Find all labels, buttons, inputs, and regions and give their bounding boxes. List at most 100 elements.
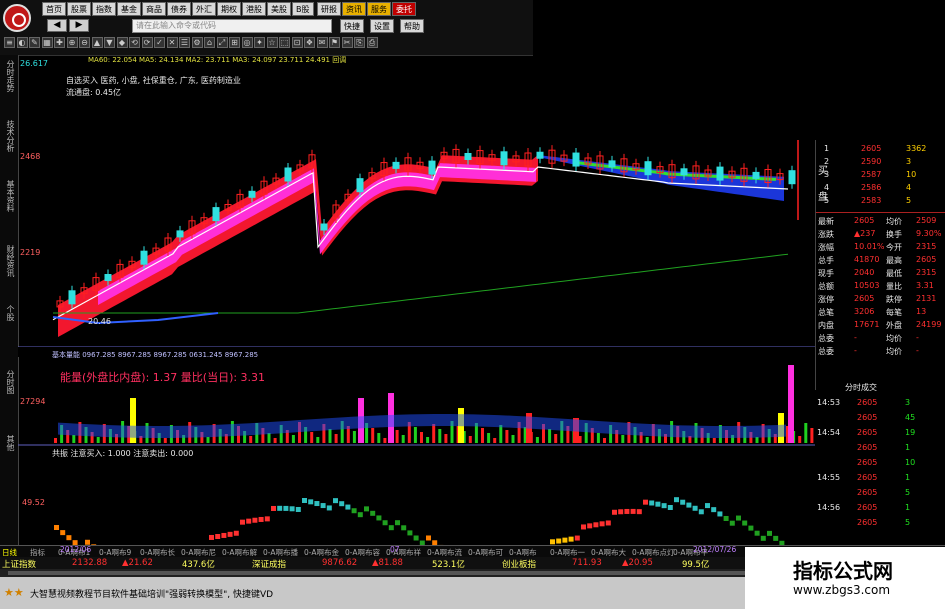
- tick-row[interactable]: 2605 5: [815, 518, 945, 531]
- toolbar-icon-6[interactable]: ⊖: [79, 37, 90, 48]
- tick-row[interactable]: 14:54 2605 19: [815, 428, 945, 441]
- date-mid-label: 07: [390, 545, 400, 554]
- tick-row[interactable]: 14:53 2605 3: [815, 398, 945, 411]
- toolbar-icon-28[interactable]: ⎘: [354, 37, 365, 48]
- sidebar-tab-0[interactable]: 分时走势: [2, 60, 15, 92]
- field-value: 41870: [854, 255, 880, 264]
- toolbar-icon-29[interactable]: ⎙: [366, 37, 378, 48]
- toolbar-icon-11[interactable]: ⟳: [141, 37, 153, 48]
- tick-row[interactable]: 2605 5: [815, 488, 945, 501]
- menu-9[interactable]: 美股: [267, 2, 291, 16]
- volume-bar: [432, 424, 436, 443]
- forward-button[interactable]: ▶: [69, 19, 89, 32]
- menu-right-1[interactable]: 设置: [370, 19, 394, 33]
- oscillator-dot: [636, 509, 642, 515]
- toolbar-icon-10[interactable]: ⟲: [129, 37, 140, 48]
- tick-row[interactable]: 2605 45: [815, 413, 945, 426]
- toolbar-icon-13[interactable]: ✕: [166, 37, 178, 48]
- field-value: 3.31: [916, 281, 934, 290]
- toolbar-icon-16[interactable]: ⌂: [204, 37, 215, 48]
- oscillator-dot: [649, 500, 655, 506]
- tick-trade-list[interactable]: 分时成交 14:53 2605 3 2605 45 14:54 2605 19 2605 1 2605…: [815, 383, 945, 545]
- toolbar-icon-19[interactable]: ◎: [241, 37, 253, 48]
- field-label: 总委: [818, 334, 834, 343]
- menu-0[interactable]: 首页: [42, 2, 66, 16]
- menu-4[interactable]: 商品: [142, 2, 166, 16]
- sidebar-tab-4[interactable]: 个股: [2, 305, 15, 321]
- toolbar-icon-21[interactable]: ☆: [266, 37, 278, 48]
- menu-right-0[interactable]: 快捷: [340, 19, 364, 33]
- toolbar-icon-7[interactable]: ▲: [91, 37, 103, 48]
- toolbar-icon-4[interactable]: ✚: [54, 37, 65, 48]
- toolbar-icon-25[interactable]: ✉: [316, 37, 328, 48]
- bid-row[interactable]: 2 2590 3: [816, 157, 945, 170]
- toolbar-icon-0[interactable]: ≡: [4, 37, 15, 48]
- volume-indicator-line: 基本量能 0967.285 8967.285 8967.285 0631.245…: [52, 351, 259, 359]
- back-button[interactable]: ◀: [47, 19, 67, 32]
- oscillator-dot: [748, 525, 754, 531]
- bid-row[interactable]: 3 2587 10: [816, 170, 945, 183]
- toolbar-icon-5[interactable]: ⊕: [66, 37, 78, 48]
- tick-row[interactable]: 14:56 2605 1: [815, 503, 945, 516]
- toolbar-icon-22[interactable]: ⬚: [279, 37, 290, 48]
- candle-body: [500, 151, 508, 166]
- toolbar-icon-15[interactable]: ⚙: [191, 37, 203, 48]
- tick-row[interactable]: 2605 1: [815, 443, 945, 456]
- toolbar-icon-9[interactable]: ◆: [116, 37, 128, 48]
- sidebar-tab-2[interactable]: 基本资料: [2, 180, 15, 212]
- menu-right-2[interactable]: 帮助: [400, 19, 424, 33]
- toolbar-icon-18[interactable]: ⊞: [229, 37, 240, 48]
- bid-row[interactable]: 5 2583 5: [816, 196, 945, 209]
- bid-row[interactable]: 4 2586 4: [816, 183, 945, 196]
- menu-7[interactable]: 期权: [217, 2, 241, 16]
- volume-bar: [505, 430, 509, 443]
- menu-3[interactable]: 基金: [117, 2, 141, 16]
- app-logo-icon[interactable]: [3, 4, 31, 32]
- toolbar-icon-12[interactable]: ✓: [154, 37, 165, 48]
- sidebar-tab-1[interactable]: 技术分析: [2, 120, 15, 152]
- sidebar-tab-5[interactable]: 分时图: [2, 370, 15, 394]
- oscillator-dot: [351, 508, 357, 514]
- field-value: 2131: [916, 294, 937, 303]
- oscillator-dot: [698, 509, 704, 515]
- toolbar-icon-20[interactable]: ✦: [254, 37, 265, 48]
- bid-volume: 3: [906, 157, 912, 166]
- menu-10[interactable]: B股: [292, 2, 314, 16]
- bid-row[interactable]: 1 2605 3362: [816, 144, 945, 157]
- kline-chart[interactable]: [18, 55, 815, 545]
- toolbar-icon-3[interactable]: ▦: [41, 37, 53, 48]
- menu-11[interactable]: 研报: [317, 2, 341, 16]
- command-input[interactable]: 请在此输入命令或代码: [132, 19, 332, 33]
- menu-14[interactable]: 委托: [392, 2, 416, 16]
- volume-bar: [352, 431, 356, 443]
- toolbar-icon-23[interactable]: ⊡: [291, 37, 303, 48]
- oscillator-dot: [605, 520, 611, 526]
- menu-8[interactable]: 港股: [242, 2, 266, 16]
- toolbar-icon-17[interactable]: ⤢: [216, 37, 228, 48]
- toolbar-icon-26[interactable]: ⚑: [329, 37, 340, 48]
- toolbar-icon-24[interactable]: ❖: [304, 37, 315, 48]
- menu-6[interactable]: 外汇: [192, 2, 216, 16]
- menu-1[interactable]: 股票: [67, 2, 91, 16]
- sidebar-tab-6[interactable]: 其他: [2, 435, 15, 451]
- volume-bar: [291, 435, 295, 443]
- menu-13[interactable]: 服务: [367, 2, 391, 16]
- volume-bar: [273, 438, 277, 443]
- toolbar-icon-27[interactable]: ✂: [341, 37, 353, 48]
- menu-12[interactable]: 资讯: [342, 2, 366, 16]
- bid-volume: 10: [906, 170, 917, 179]
- toolbar-icon-2[interactable]: ✎: [29, 37, 40, 48]
- date-left-label: 2012/06: [60, 545, 92, 554]
- toolbar-icon-14[interactable]: ☰: [179, 37, 190, 48]
- sidebar-tab-3[interactable]: 财经资讯: [2, 245, 15, 277]
- menu-5[interactable]: 债券: [167, 2, 191, 16]
- volume-bar: [249, 436, 253, 443]
- menu-2[interactable]: 指数: [92, 2, 116, 16]
- volume-bar: [377, 433, 381, 443]
- toolbar-icon-8[interactable]: ▼: [104, 37, 115, 48]
- tick-row[interactable]: 2605 10: [815, 458, 945, 471]
- volume-bar: [413, 427, 417, 443]
- field-value: 2315: [916, 242, 937, 251]
- toolbar-icon-1[interactable]: ◐: [16, 37, 28, 48]
- tick-row[interactable]: 14:55 2605 1: [815, 473, 945, 486]
